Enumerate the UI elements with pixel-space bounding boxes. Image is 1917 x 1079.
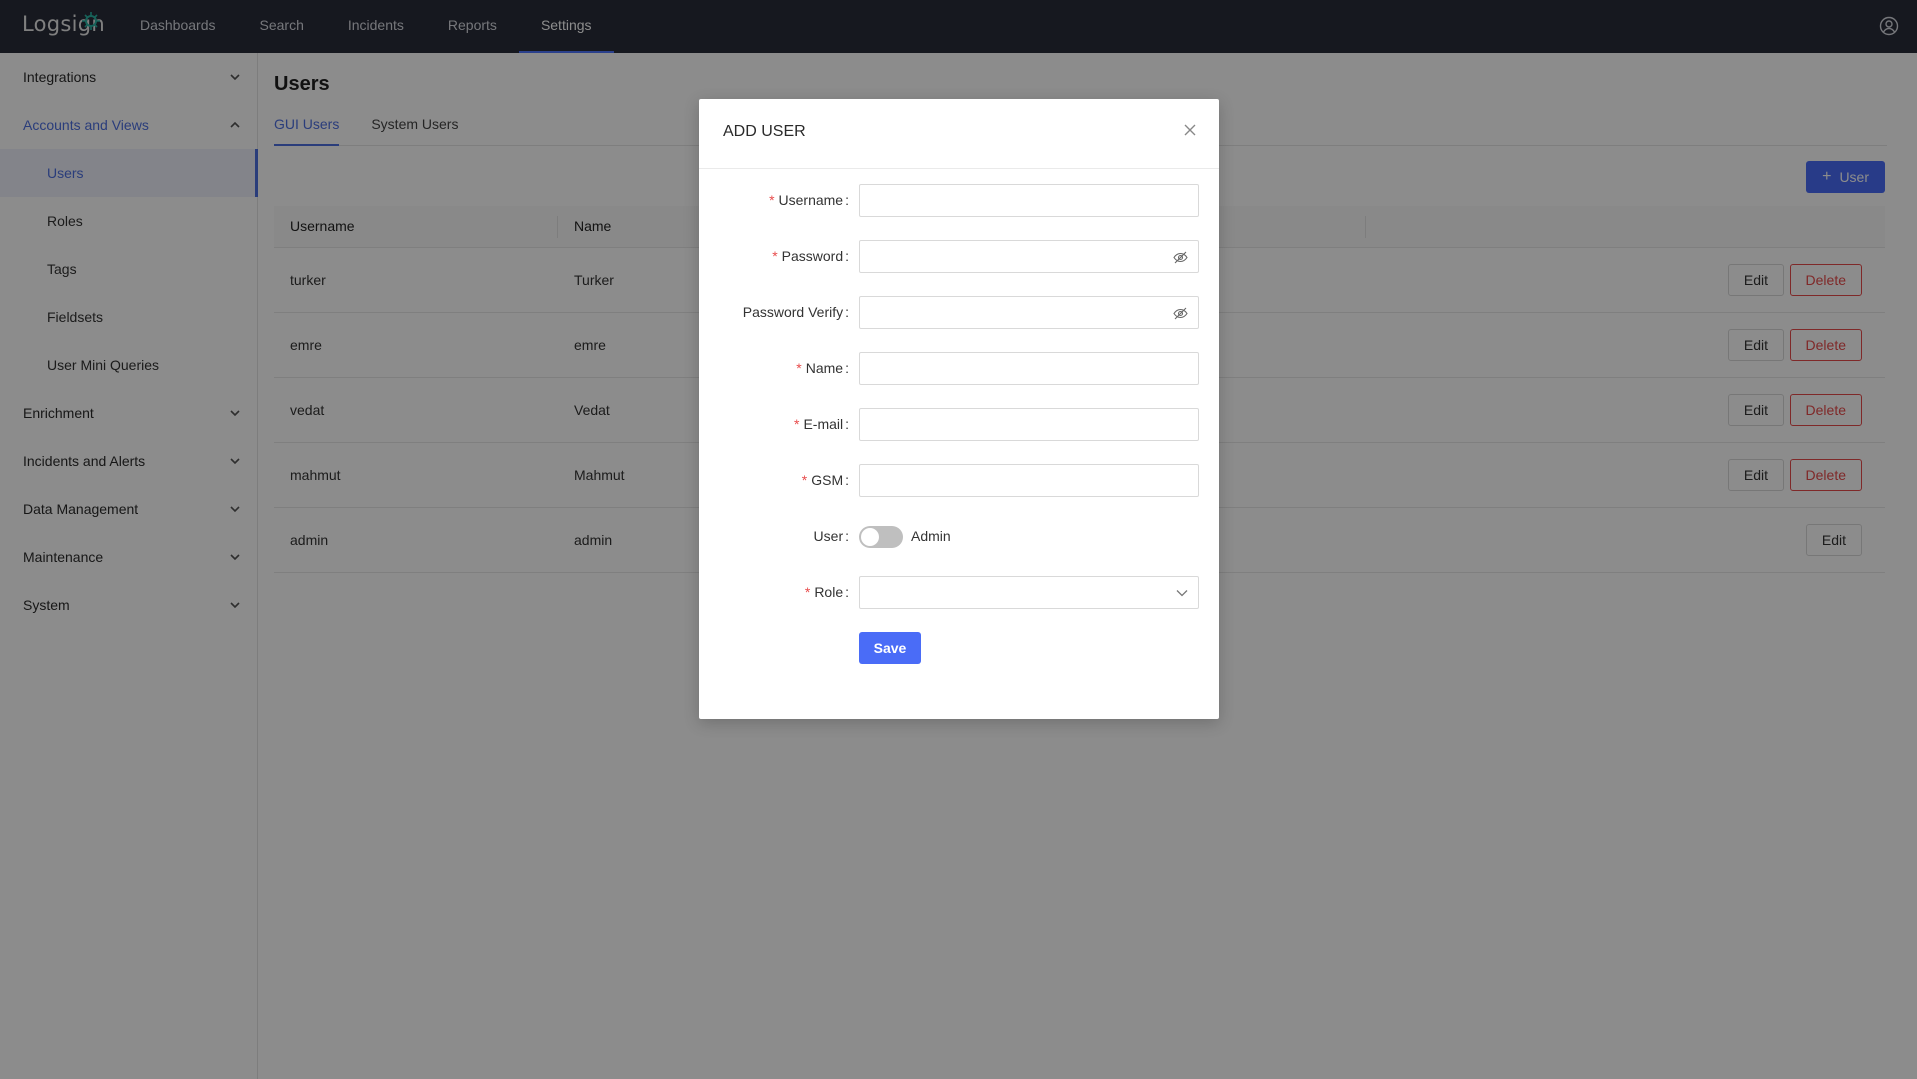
form-row-name: * Name: xyxy=(699,352,1219,385)
close-icon[interactable] xyxy=(1183,123,1197,137)
form-label-role: * Role: xyxy=(804,584,849,600)
name-input[interactable] xyxy=(859,352,1199,385)
add-user-modal: ADD USER * Username: * Password: Password … xyxy=(699,99,1219,719)
password-input[interactable] xyxy=(859,240,1199,273)
modal-title: ADD USER xyxy=(723,123,806,140)
select-arrow-icon xyxy=(1176,590,1188,597)
form-row-password: * Password: xyxy=(699,240,1219,273)
password-verify-input[interactable] xyxy=(859,296,1199,329)
admin-toggle-label: Admin xyxy=(911,528,951,544)
modal-header: ADD USER xyxy=(699,99,1219,169)
email-input[interactable] xyxy=(859,408,1199,441)
form-label-password-verify: Password Verify: xyxy=(742,304,849,320)
admin-toggle[interactable] xyxy=(859,526,903,548)
role-select[interactable] xyxy=(859,576,1199,609)
form-label-gsm: * GSM: xyxy=(801,472,849,488)
form-label-username: * Username: xyxy=(769,192,849,208)
save-button[interactable]: Save xyxy=(859,632,921,664)
toggle-knob xyxy=(861,528,879,546)
eye-invisible-icon[interactable] xyxy=(1173,307,1188,320)
eye-invisible-icon[interactable] xyxy=(1173,251,1188,264)
form-row-user-type: User: Admin xyxy=(699,520,1219,553)
form-label-password: * Password: xyxy=(772,248,849,264)
form-row-email: * E-mail: xyxy=(699,408,1219,441)
gsm-input[interactable] xyxy=(859,464,1199,497)
form-row-role: * Role: xyxy=(699,576,1219,609)
form-label-email: * E-mail: xyxy=(793,416,849,432)
form-label-name: * Name: xyxy=(796,360,849,376)
username-input[interactable] xyxy=(859,184,1199,217)
form-row-username: * Username: xyxy=(699,184,1219,217)
form-row-gsm: * GSM: xyxy=(699,464,1219,497)
form-row-password-verify: Password Verify: xyxy=(699,296,1219,329)
form-label-user-type: User: xyxy=(813,528,849,544)
